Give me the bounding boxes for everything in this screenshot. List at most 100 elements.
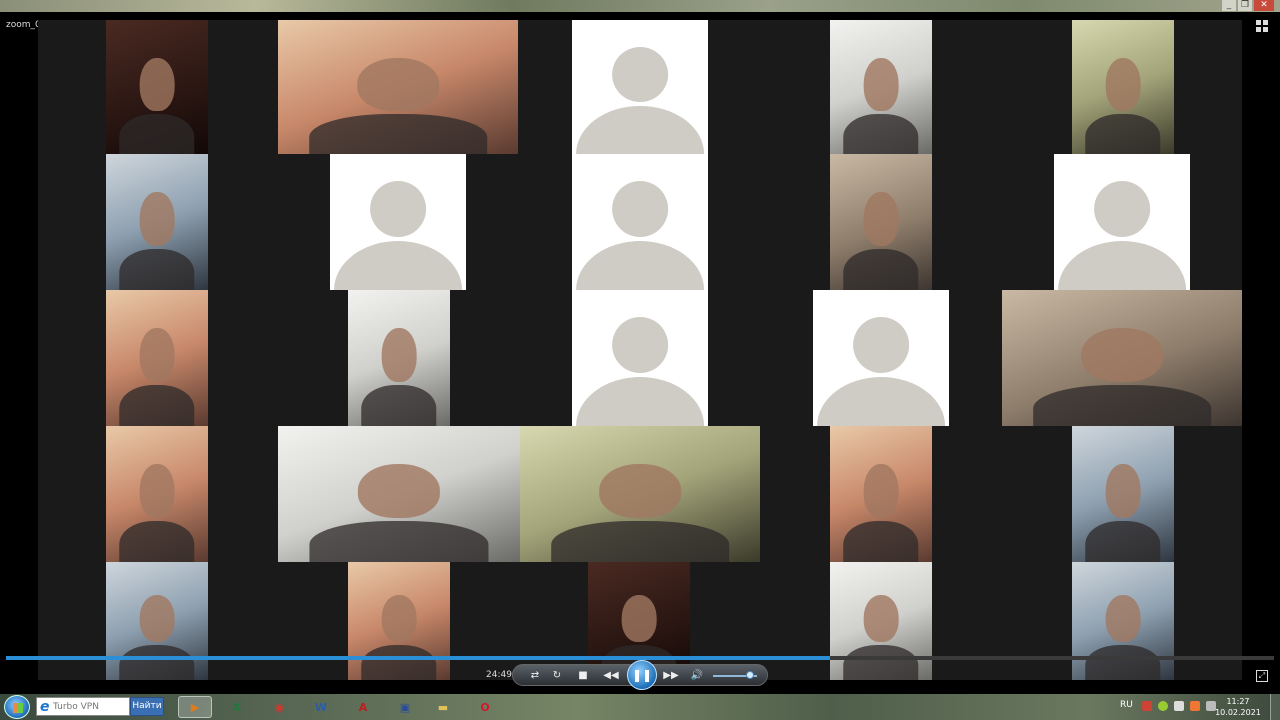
internet-explorer-icon: e xyxy=(40,699,50,715)
word-icon[interactable]: W xyxy=(304,696,338,718)
tray-antivirus-icon[interactable] xyxy=(1158,701,1168,711)
participant-face xyxy=(1105,57,1141,112)
participant-video-tile[interactable] xyxy=(106,290,208,426)
volume-icon[interactable]: 🔊 xyxy=(689,668,705,684)
participant-body xyxy=(1033,385,1211,426)
restore-icon[interactable]: ❐ xyxy=(1238,0,1252,11)
participant-video-tile[interactable] xyxy=(106,20,208,154)
participant-face xyxy=(381,595,417,643)
gallery-view-icon[interactable] xyxy=(1256,20,1268,32)
participant-face xyxy=(139,464,175,519)
participant-tile-avatar[interactable] xyxy=(572,290,708,426)
participant-video-tile[interactable] xyxy=(830,154,932,290)
default-avatar-icon xyxy=(370,181,426,237)
participant-body xyxy=(361,644,437,680)
participant-face xyxy=(599,464,681,519)
player-controls: ⇄ ↻ ■ ◀◀ ❚❚ ▶▶ 🔊 xyxy=(512,660,768,690)
participant-face xyxy=(863,595,899,643)
window-title: zoom_0 xyxy=(6,20,41,30)
clock-time: 11:27 xyxy=(1226,697,1250,706)
save-icon[interactable]: ▣ xyxy=(388,696,422,718)
previous-button[interactable]: ◀◀ xyxy=(599,668,623,684)
next-button[interactable]: ▶▶ xyxy=(659,668,683,684)
participant-body xyxy=(119,249,195,290)
participant-video-tile[interactable] xyxy=(278,426,520,562)
participant-video-tile[interactable] xyxy=(1072,426,1174,562)
participant-body xyxy=(309,113,487,154)
participant-face xyxy=(863,192,899,247)
participant-face xyxy=(139,328,175,383)
chrome-icon[interactable]: ◉ xyxy=(262,696,296,718)
shuffle-button[interactable]: ⇄ xyxy=(527,668,543,684)
participant-body xyxy=(119,113,195,154)
participant-gallery xyxy=(38,20,1242,680)
start-button[interactable] xyxy=(4,695,30,719)
participant-tile-avatar[interactable] xyxy=(330,154,466,290)
participant-video-tile[interactable] xyxy=(830,426,932,562)
participant-video-tile[interactable] xyxy=(830,562,932,680)
participant-video-tile[interactable] xyxy=(106,562,208,680)
seek-bar-fill xyxy=(6,656,831,660)
participant-body xyxy=(1085,113,1161,154)
show-desktop-button[interactable] xyxy=(1270,694,1280,720)
repeat-button[interactable]: ↻ xyxy=(549,668,565,684)
folder-icon[interactable]: ▬ xyxy=(426,696,460,718)
default-avatar-icon xyxy=(1094,181,1150,237)
participant-video-tile[interactable] xyxy=(106,154,208,290)
default-avatar-body xyxy=(576,377,704,426)
participant-face xyxy=(139,595,175,643)
taskbar-search-box[interactable]: e xyxy=(36,697,130,716)
participant-body xyxy=(309,521,489,562)
language-indicator[interactable]: RU xyxy=(1120,700,1133,710)
participant-face xyxy=(1105,464,1141,519)
default-avatar-icon xyxy=(612,181,668,237)
participant-video-tile[interactable] xyxy=(278,20,518,154)
participant-face xyxy=(139,192,175,247)
participant-face xyxy=(357,57,439,112)
participant-face xyxy=(1081,328,1163,383)
minimize-icon[interactable]: _ xyxy=(1222,0,1236,11)
default-avatar-body xyxy=(576,105,704,154)
participant-body xyxy=(1085,521,1161,562)
clock[interactable]: 11:27 10.02.2021 xyxy=(1214,696,1262,718)
participant-tile-avatar[interactable] xyxy=(813,290,949,426)
media-player-icon[interactable]: ▶ xyxy=(178,696,212,718)
participant-tile-avatar[interactable] xyxy=(1054,154,1190,290)
tray-app-icon[interactable] xyxy=(1190,701,1200,711)
video-stage: zoom_0 24:49 ⇄ ↻ ■ ◀◀ ❚❚ ▶▶ 🔊 ⤢ xyxy=(0,12,1280,694)
participant-body xyxy=(119,521,195,562)
tray-volume-icon[interactable] xyxy=(1174,701,1184,711)
close-icon[interactable]: ✕ xyxy=(1254,0,1274,11)
taskbar: e Найти ▶ X ◉ WA ▣▬ O RU 11:27 10.02.2021 xyxy=(0,694,1280,720)
search-button[interactable]: Найти xyxy=(130,697,164,716)
desktop: _ ❐ ✕ zoom_0 24:49 ⇄ ↻ ■ ◀◀ ❚❚ ▶▶ 🔊 ⤢ e xyxy=(0,0,1280,720)
participant-body xyxy=(843,113,919,154)
participant-tile-avatar[interactable] xyxy=(572,20,708,154)
volume-slider-knob[interactable] xyxy=(746,671,755,679)
default-avatar-icon xyxy=(612,46,668,102)
stop-button[interactable]: ■ xyxy=(575,668,591,684)
participant-video-tile[interactable] xyxy=(1072,562,1174,680)
participant-face xyxy=(381,328,417,383)
excel-icon[interactable]: X xyxy=(220,696,254,718)
participant-face xyxy=(139,57,175,112)
fullscreen-icon[interactable]: ⤢ xyxy=(1256,670,1268,682)
taskbar-search-input[interactable] xyxy=(53,700,127,714)
participant-video-tile[interactable] xyxy=(520,426,760,562)
participant-tile-avatar[interactable] xyxy=(572,154,708,290)
participant-video-tile[interactable] xyxy=(830,20,932,154)
window-top-bar: _ ❐ ✕ xyxy=(0,0,1280,12)
participant-face xyxy=(863,57,899,112)
participant-video-tile[interactable] xyxy=(348,290,450,426)
participant-body xyxy=(843,249,919,290)
participant-video-tile[interactable] xyxy=(1072,20,1174,154)
opera-icon[interactable]: O xyxy=(468,696,502,718)
pause-button[interactable]: ❚❚ xyxy=(627,660,657,690)
participant-face xyxy=(1105,595,1141,643)
tray-flag-icon[interactable] xyxy=(1142,701,1152,711)
participant-video-tile[interactable] xyxy=(348,562,450,680)
clock-date: 10.02.2021 xyxy=(1215,708,1261,717)
participant-video-tile[interactable] xyxy=(106,426,208,562)
participant-video-tile[interactable] xyxy=(1002,290,1242,426)
acrobat-icon[interactable]: A xyxy=(346,696,380,718)
